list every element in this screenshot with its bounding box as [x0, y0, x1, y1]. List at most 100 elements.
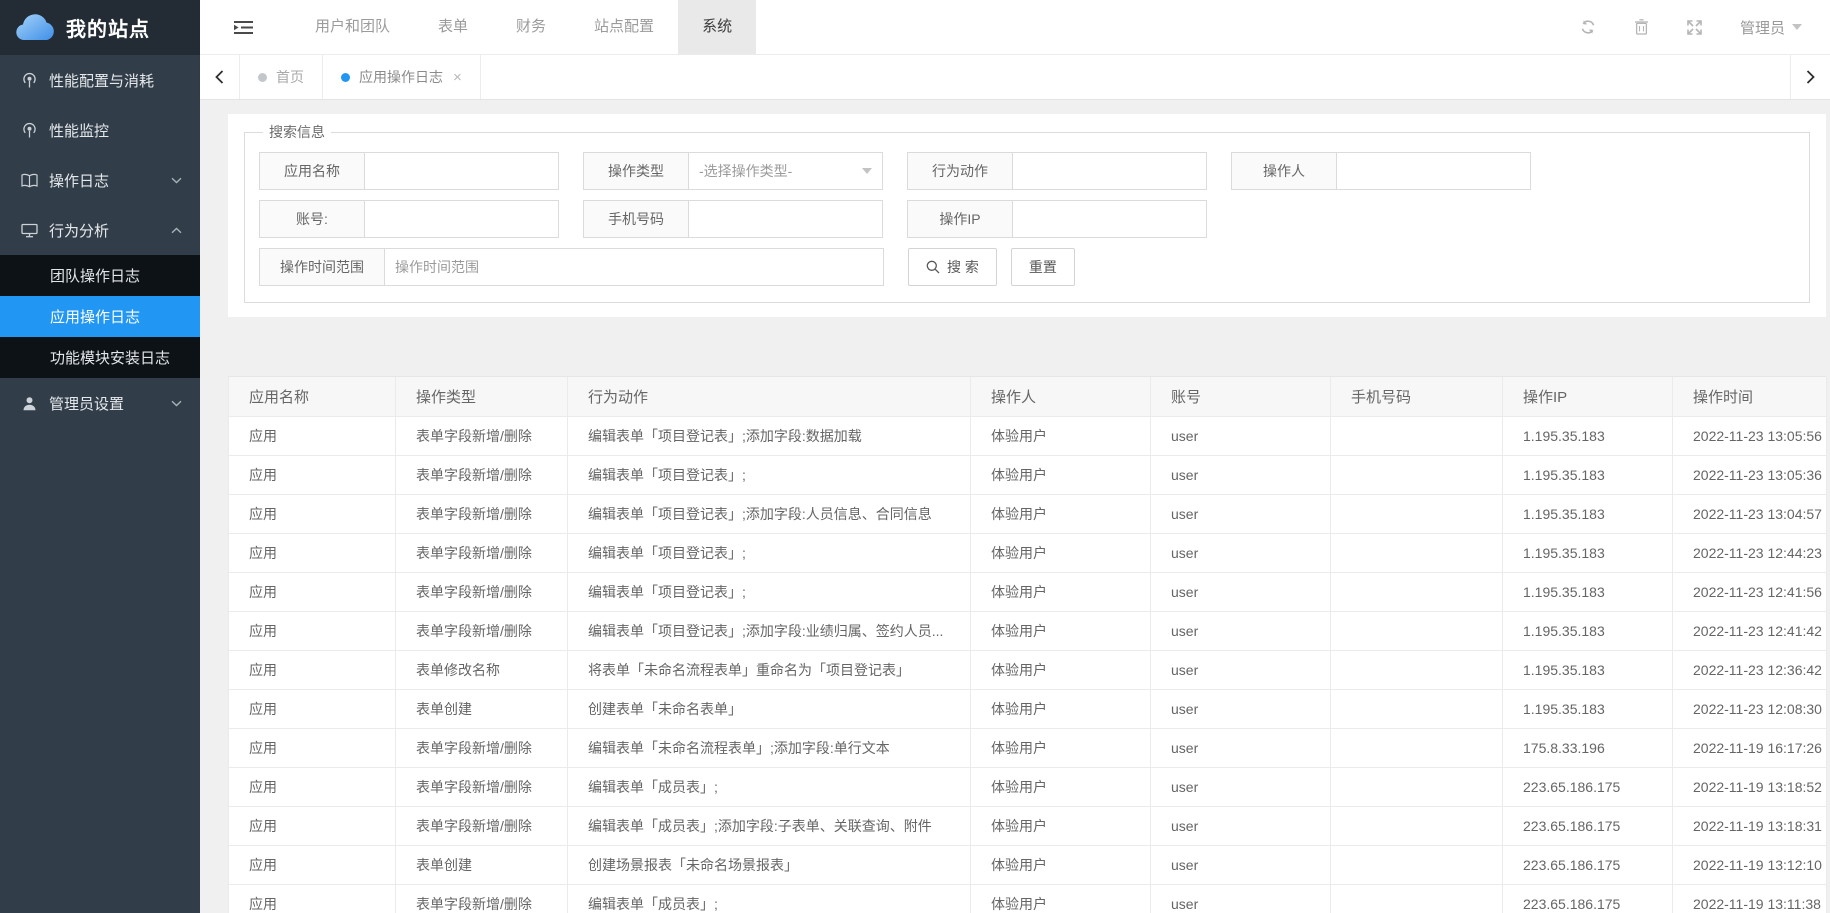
table-row[interactable]: 应用表单字段新增/删除编辑表单「项目登记表」;体验用户user1.195.35.…: [229, 572, 1827, 611]
table-cell: [1331, 806, 1503, 845]
menu-item-label: 管理员设置: [49, 393, 124, 414]
tab-close-icon[interactable]: ×: [453, 69, 462, 86]
table-cell: 创建场景报表「未命名场景报表」: [568, 845, 971, 884]
table-cell: user: [1151, 572, 1331, 611]
tab-1[interactable]: 应用操作日志×: [323, 55, 481, 99]
sidebar-subitem-6[interactable]: 功能模块安装日志: [0, 337, 200, 378]
sidebar-item-2[interactable]: 操作日志: [0, 155, 200, 205]
trash-icon[interactable]: [1634, 19, 1649, 35]
action-label: 行为动作: [907, 152, 1012, 190]
tab-dot-icon: [341, 73, 350, 82]
column-header-0: 应用名称: [229, 377, 396, 416]
table-cell: 体验用户: [971, 689, 1151, 728]
table-row[interactable]: 应用表单字段新增/删除编辑表单「项目登记表」;添加字段:业绩归属、签约人员...…: [229, 611, 1827, 650]
table-cell: 编辑表单「项目登记表」;添加字段:数据加载: [568, 416, 971, 455]
table-cell: 体验用户: [971, 884, 1151, 913]
table-cell: 表单字段新增/删除: [396, 455, 568, 494]
refresh-icon[interactable]: [1580, 19, 1596, 35]
search-button-label: 搜 索: [947, 257, 979, 277]
tabs-scroll-left-icon[interactable]: [200, 55, 240, 99]
tab-strip: 首页应用操作日志×: [240, 55, 481, 99]
account-input[interactable]: [364, 200, 559, 238]
table-cell: [1331, 728, 1503, 767]
table-cell: 体验用户: [971, 845, 1151, 884]
top-nav-item-4[interactable]: 系统: [678, 0, 756, 54]
sidebar-collapse-icon[interactable]: [234, 20, 253, 35]
table-row[interactable]: 应用表单字段新增/删除编辑表单「成员表」;体验用户user223.65.186.…: [229, 767, 1827, 806]
table-row[interactable]: 应用表单创建创建表单「未命名表单」体验用户user1.195.35.183202…: [229, 689, 1827, 728]
action-input[interactable]: [1012, 152, 1207, 190]
operator-input[interactable]: [1336, 152, 1531, 190]
tab-0[interactable]: 首页: [240, 55, 323, 99]
main-area: 用户和团队表单财务站点配置系统: [200, 0, 1830, 913]
sidebar-subitem-5[interactable]: 应用操作日志: [0, 296, 200, 337]
table-cell: 应用: [229, 494, 396, 533]
table-cell: 表单字段新增/删除: [396, 572, 568, 611]
table-cell: 223.65.186.175: [1503, 806, 1673, 845]
fullscreen-icon[interactable]: [1687, 20, 1702, 35]
table-cell: 表单字段新增/删除: [396, 494, 568, 533]
op-type-select[interactable]: -选择操作类型-: [688, 152, 883, 190]
table-cell: 编辑表单「未命名流程表单」;添加字段:单行文本: [568, 728, 971, 767]
table-row[interactable]: 应用表单创建创建场景报表「未命名场景报表」体验用户user223.65.186.…: [229, 845, 1827, 884]
content-area: 搜索信息 应用名称 操作类型 -选择操作类型-: [200, 100, 1830, 913]
table-row[interactable]: 应用表单字段新增/删除编辑表单「项目登记表」;体验用户user1.195.35.…: [229, 455, 1827, 494]
user-menu[interactable]: 管理员: [1740, 17, 1802, 38]
phone-input[interactable]: [688, 200, 883, 238]
table-cell: 体验用户: [971, 572, 1151, 611]
table-cell: user: [1151, 494, 1331, 533]
monitor-icon: [20, 222, 39, 239]
top-nav-item-0[interactable]: 用户和团队: [291, 0, 414, 54]
table-cell: 表单字段新增/删除: [396, 611, 568, 650]
table-cell: 编辑表单「项目登记表」;: [568, 533, 971, 572]
table-cell: 应用: [229, 728, 396, 767]
ip-input[interactable]: [1012, 200, 1207, 238]
sidebar-item-1[interactable]: 性能监控: [0, 105, 200, 155]
table-cell: 应用: [229, 416, 396, 455]
menu-item-label: 性能监控: [49, 120, 109, 141]
top-nav: 用户和团队表单财务站点配置系统: [291, 0, 756, 54]
table-cell: 体验用户: [971, 494, 1151, 533]
search-row-1: 应用名称 操作类型 -选择操作类型- 行为动作: [259, 152, 1795, 190]
signal-icon: [20, 72, 39, 89]
table-row[interactable]: 应用表单字段新增/删除编辑表单「成员表」;添加字段:子表单、关联查询、附件体验用…: [229, 806, 1827, 845]
table-row[interactable]: 应用表单字段新增/删除编辑表单「项目登记表」;体验用户user1.195.35.…: [229, 533, 1827, 572]
table-cell: 2022-11-19 13:12:10: [1673, 845, 1827, 884]
table-cell: [1331, 611, 1503, 650]
sidebar-subitem-4[interactable]: 团队操作日志: [0, 255, 200, 296]
table-cell: 表单创建: [396, 845, 568, 884]
table-cell: 2022-11-19 13:11:38: [1673, 884, 1827, 913]
search-button[interactable]: 搜 索: [908, 248, 997, 286]
column-header-6: 操作IP: [1503, 377, 1673, 416]
time-range-label: 操作时间范围: [259, 248, 384, 286]
signal-icon: [20, 122, 39, 139]
table-row[interactable]: 应用表单字段新增/删除编辑表单「未命名流程表单」;添加字段:单行文本体验用户us…: [229, 728, 1827, 767]
time-range-input[interactable]: [384, 248, 884, 286]
sidebar-item-3[interactable]: 行为分析: [0, 205, 200, 255]
top-nav-item-1[interactable]: 表单: [414, 0, 492, 54]
top-nav-item-3[interactable]: 站点配置: [570, 0, 678, 54]
table-cell: 应用: [229, 650, 396, 689]
sidebar-item-7[interactable]: 管理员设置: [0, 378, 200, 428]
table-cell: 2022-11-23 13:05:36: [1673, 455, 1827, 494]
table-row[interactable]: 应用表单修改名称将表单「未命名流程表单」重命名为「项目登记表」体验用户user1…: [229, 650, 1827, 689]
table-cell: 223.65.186.175: [1503, 845, 1673, 884]
table-cell: 体验用户: [971, 611, 1151, 650]
top-nav-item-2[interactable]: 财务: [492, 0, 570, 54]
table-cell: user: [1151, 416, 1331, 455]
tabs-scroll-right-icon[interactable]: [1790, 55, 1830, 99]
user-icon: [20, 395, 39, 412]
caret-down-icon: [862, 168, 872, 174]
table-cell: [1331, 884, 1503, 913]
app-name-input[interactable]: [364, 152, 559, 190]
table-cell: user: [1151, 884, 1331, 913]
table-row[interactable]: 应用表单字段新增/删除编辑表单「项目登记表」;添加字段:人员信息、合同信息体验用…: [229, 494, 1827, 533]
table-row[interactable]: 应用表单字段新增/删除编辑表单「成员表」;体验用户user223.65.186.…: [229, 884, 1827, 913]
column-header-1: 操作类型: [396, 377, 568, 416]
search-panel: 搜索信息 应用名称 操作类型 -选择操作类型-: [228, 114, 1826, 317]
reset-button[interactable]: 重置: [1011, 248, 1075, 286]
table-row[interactable]: 应用表单字段新增/删除编辑表单「项目登记表」;添加字段:数据加载体验用户user…: [229, 416, 1827, 455]
site-logo: 我的站点: [0, 0, 200, 55]
sidebar-item-0[interactable]: 性能配置与消耗: [0, 55, 200, 105]
table-cell: 编辑表单「项目登记表」;: [568, 455, 971, 494]
